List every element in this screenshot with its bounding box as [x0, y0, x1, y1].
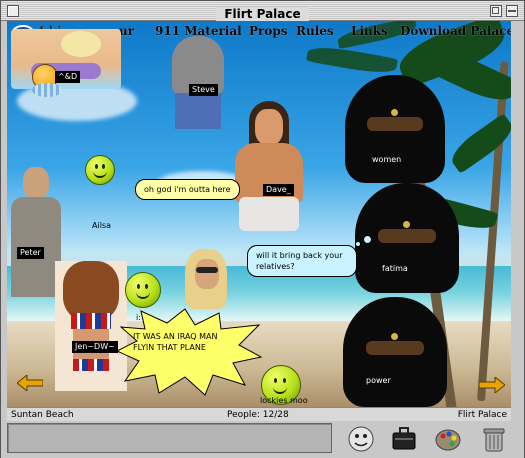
avatar-badge-ring — [32, 83, 62, 97]
collapse-box[interactable] — [506, 5, 518, 17]
smiley-eye — [102, 164, 105, 169]
smiley-eye — [283, 378, 286, 383]
lockies-name-tag: lockies moo — [260, 396, 308, 405]
title-bar[interactable]: Flirt Palace — [1, 1, 524, 21]
dave-shirt — [239, 197, 299, 231]
niqab-eyes — [377, 229, 437, 243]
window-title: Flirt Palace — [216, 7, 309, 21]
dave-face — [255, 109, 283, 145]
power-name-tag: power — [366, 376, 391, 385]
avatar-peter[interactable] — [11, 167, 61, 297]
sunglasses-face — [195, 259, 219, 289]
peter-name-tag: Peter — [17, 247, 44, 259]
smiley-mouth — [136, 291, 150, 299]
menu-rules[interactable]: Rules — [296, 24, 334, 38]
peter-head — [23, 167, 49, 199]
avatar-women[interactable] — [345, 75, 445, 183]
smiley-mouth — [273, 386, 287, 394]
niqab-jewel — [391, 109, 398, 116]
server-name: Flirt Palace — [457, 410, 507, 420]
sunglasses-lens — [196, 267, 218, 273]
niqab-jewel — [403, 221, 410, 228]
suitcase-icon[interactable] — [389, 424, 419, 454]
smiley-eye — [145, 284, 148, 289]
avatar-hair — [61, 31, 101, 57]
people-count: People: 12/28 — [227, 410, 289, 420]
steve-pants — [175, 93, 221, 129]
menu-props[interactable]: Props — [249, 24, 288, 38]
avatar-dave[interactable] — [235, 101, 303, 231]
jen-name-tag: Jen~DW~ — [72, 341, 118, 353]
dave-name-tag: Dave_ — [263, 184, 294, 196]
fatima-name-tag: fatima — [382, 264, 408, 273]
room-name: Suntan Beach — [11, 410, 74, 420]
smiley-eye — [95, 164, 98, 169]
right-arrow-icon[interactable] — [479, 377, 505, 393]
avatar-power[interactable] — [343, 297, 447, 407]
palm-leaf — [306, 43, 398, 77]
trash-icon[interactable] — [479, 424, 509, 454]
niqab-jewel — [391, 333, 398, 340]
title-wrap: Flirt Palace — [1, 3, 524, 22]
zoom-box[interactable] — [490, 5, 502, 17]
niqab-eyes — [367, 117, 423, 131]
thought-dot — [363, 235, 372, 244]
bottom-toolbar — [1, 421, 524, 458]
ailsa-name-tag: Ailsa — [92, 221, 111, 230]
niqab-eyes — [365, 341, 425, 355]
avatar-steve[interactable] — [157, 31, 237, 131]
avatar-ailsa[interactable] — [85, 155, 115, 185]
women-name-tag: women — [372, 155, 402, 164]
smiley-mouth — [93, 170, 107, 178]
jen-hair — [63, 261, 119, 321]
palace-window: Flirt Palace f l i ur 911 Material Props… — [0, 0, 525, 458]
badge-name-tag: ^&D — [55, 71, 81, 83]
face-icon[interactable] — [346, 424, 376, 454]
smiley-eye — [274, 378, 277, 383]
palette-icon[interactable] — [433, 424, 463, 454]
thought-dot — [355, 241, 361, 247]
jen-shout-text: IT WAS AN IRAQ MAN FLYIN THAT PLANE — [133, 332, 218, 352]
steve-name-tag: Steve — [189, 84, 218, 96]
smiley-eye — [137, 284, 140, 289]
fatima-thought-bubble: will it bring back your relatives? — [247, 245, 357, 277]
ailsa-speech-bubble: oh god i'm outta here — [135, 179, 240, 200]
menu-links[interactable]: Links — [351, 24, 388, 38]
jen-bikini-top — [71, 313, 111, 329]
left-arrow-icon[interactable] — [17, 375, 43, 391]
status-bar: Suntan Beach People: 12/28 Flirt Palace — [7, 407, 511, 422]
jen-bikini-bottom — [73, 359, 109, 371]
chat-input[interactable] — [7, 423, 332, 453]
room-view[interactable]: f l i ur 911 Material Props Rules Links … — [7, 21, 511, 407]
menu-tour[interactable]: ur — [119, 24, 134, 38]
menu-download-palace[interactable]: Download Palace — [400, 24, 511, 38]
avatar-smiley-2[interactable] — [125, 272, 161, 308]
